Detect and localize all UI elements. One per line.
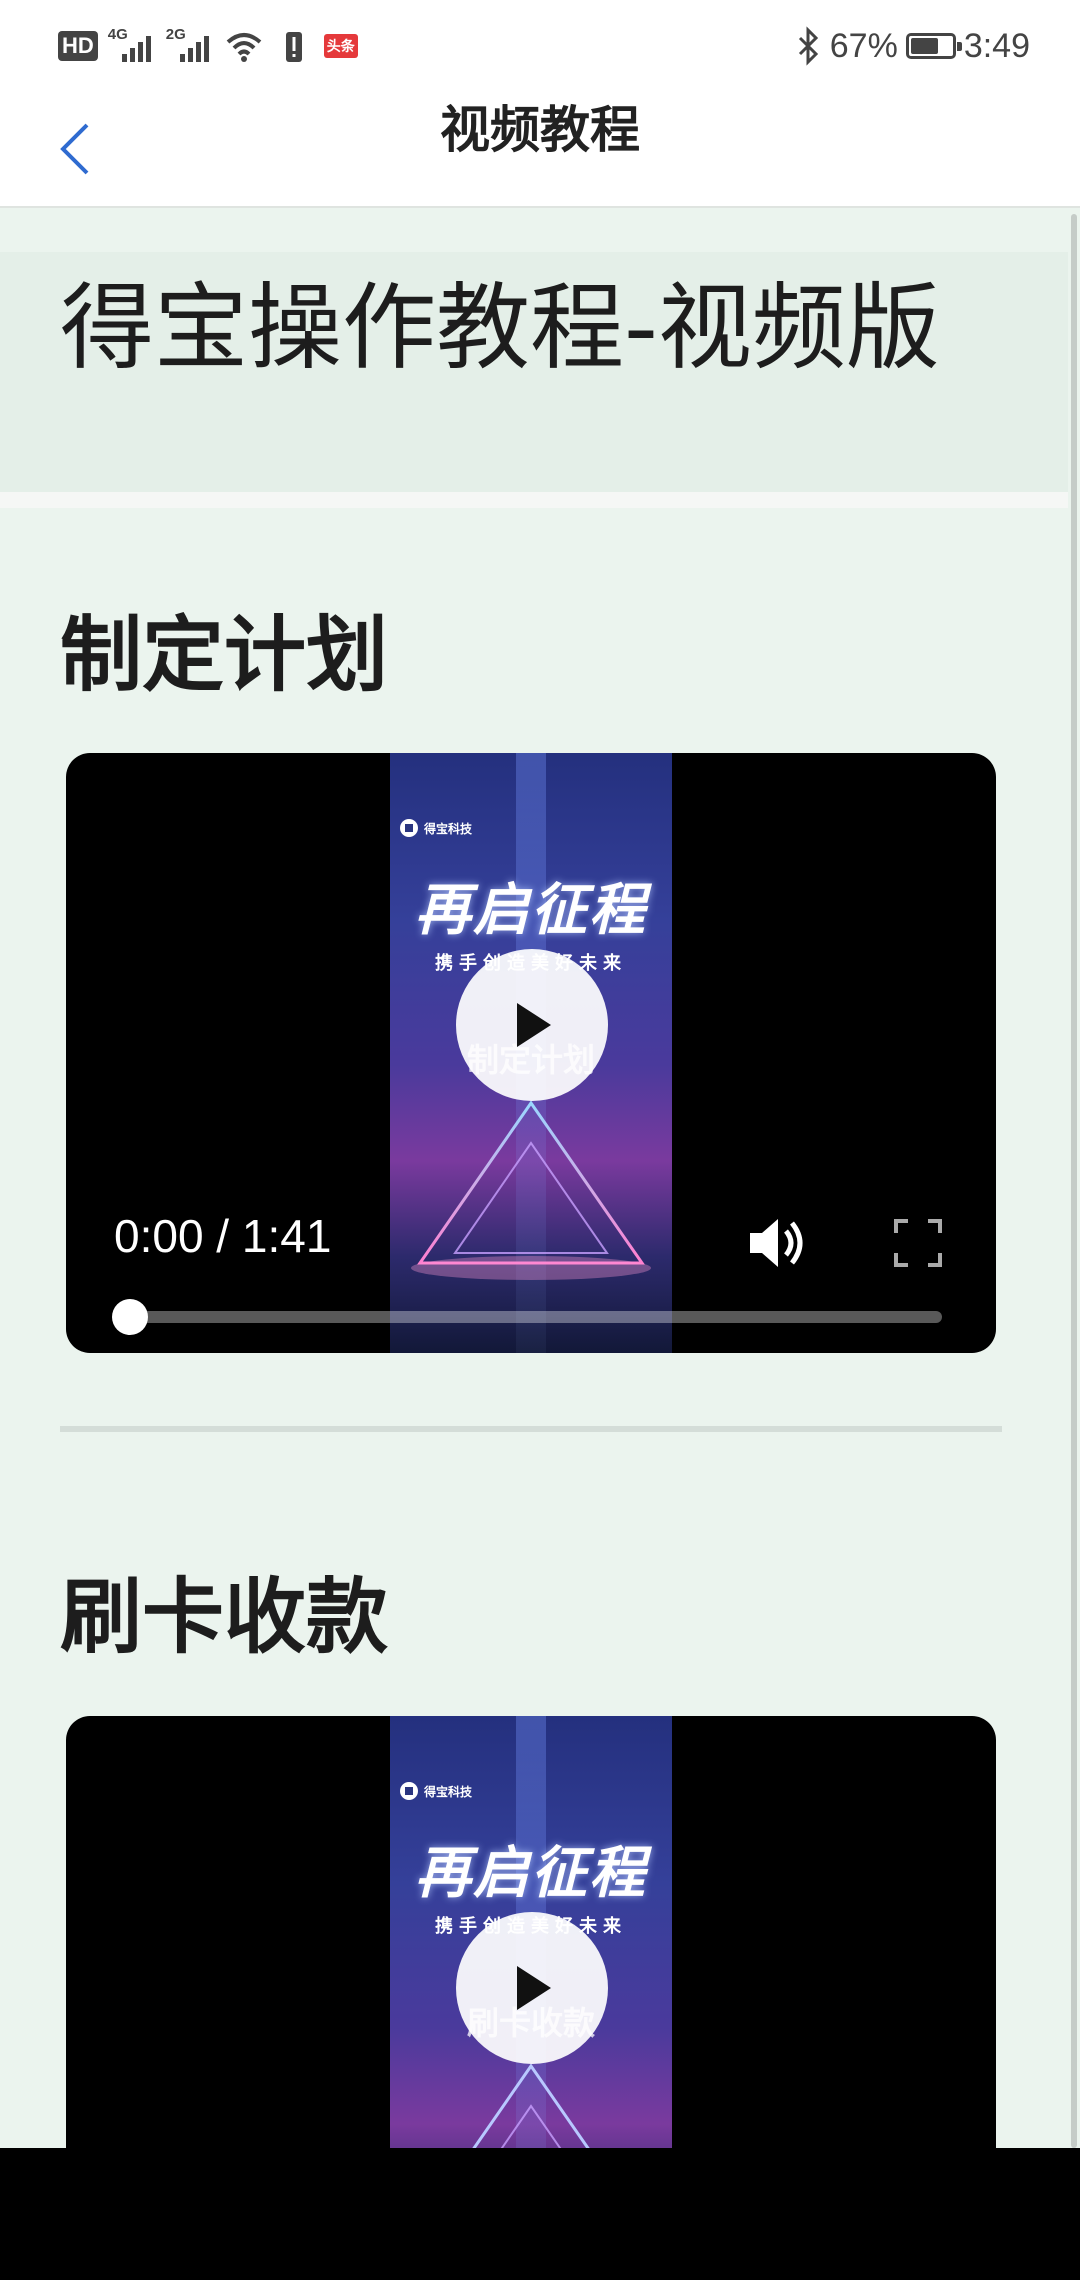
poster-headline: 再启征程 bbox=[415, 877, 647, 943]
heading-separator bbox=[0, 492, 1068, 508]
status-bar: HD 4G 2G 头条 67% 3:49 bbox=[0, 0, 1080, 90]
play-button[interactable] bbox=[456, 1912, 608, 2064]
signal-icon: 4G bbox=[108, 26, 156, 66]
alert-icon bbox=[285, 32, 302, 62]
progress-track[interactable] bbox=[114, 1311, 942, 1323]
poster-brand: 得宝科技 bbox=[400, 819, 472, 837]
play-icon bbox=[517, 1966, 551, 2010]
scrollbar[interactable] bbox=[1068, 208, 1080, 2148]
play-icon bbox=[517, 1003, 551, 1047]
section-title: 刷卡收款 bbox=[60, 1570, 389, 1665]
poster-light-graphic bbox=[411, 1100, 651, 1280]
volume-icon[interactable] bbox=[746, 1213, 812, 1273]
progress-thumb[interactable] bbox=[112, 1299, 148, 1335]
poster-headline: 再启征程 bbox=[415, 1840, 647, 1906]
video-player[interactable]: 得宝科技 再启征程 携手创造美好未来 刷卡收款 bbox=[66, 1716, 996, 2148]
back-button[interactable] bbox=[40, 110, 110, 188]
fullscreen-icon[interactable] bbox=[892, 1217, 944, 1269]
time-display: 0:00 / 1:41 bbox=[114, 1210, 332, 1262]
status-left: HD 4G 2G 头条 bbox=[58, 24, 358, 68]
section-divider bbox=[60, 1426, 1002, 1432]
app-notification-badge: 头条 bbox=[323, 34, 358, 58]
nav-title: 视频教程 bbox=[440, 101, 640, 159]
wifi-icon bbox=[226, 33, 262, 62]
brand-logo-icon bbox=[400, 1782, 418, 1800]
battery-icon bbox=[905, 33, 962, 59]
poster-brand-name: 得宝科技 bbox=[424, 821, 473, 836]
battery-percent: 67% bbox=[829, 26, 898, 65]
play-button[interactable] bbox=[456, 949, 608, 1101]
poster-brand-name: 得宝科技 bbox=[424, 1784, 473, 1799]
heading-block: 得宝操作教程-视频版 bbox=[0, 252, 1068, 492]
clock: 3:49 bbox=[963, 26, 1030, 65]
bluetooth-icon bbox=[798, 26, 818, 66]
video-player[interactable]: 得宝科技 再启征程 携手创造美好未来 制定计划 0: bbox=[66, 753, 996, 1353]
hd-badge: HD bbox=[58, 31, 98, 61]
status-right: 67% 3:49 bbox=[796, 24, 1030, 68]
poster-brand: 得宝科技 bbox=[400, 1782, 472, 1800]
section-title: 制定计划 bbox=[60, 608, 389, 703]
nav-bar: 视频教程 bbox=[0, 90, 1080, 208]
system-nav-bar bbox=[0, 2148, 1080, 2280]
chevron-left-icon bbox=[60, 123, 89, 175]
scrollbar-thumb[interactable] bbox=[1071, 214, 1077, 2148]
brand-logo-icon bbox=[400, 819, 418, 837]
page-heading: 得宝操作教程-视频版 bbox=[60, 274, 940, 383]
content-scroll[interactable]: 得宝操作教程-视频版 制定计划 得宝科技 再启征程 携手创造美好未来 制定计划 bbox=[0, 208, 1068, 2148]
signal-icon: 2G bbox=[166, 26, 214, 66]
